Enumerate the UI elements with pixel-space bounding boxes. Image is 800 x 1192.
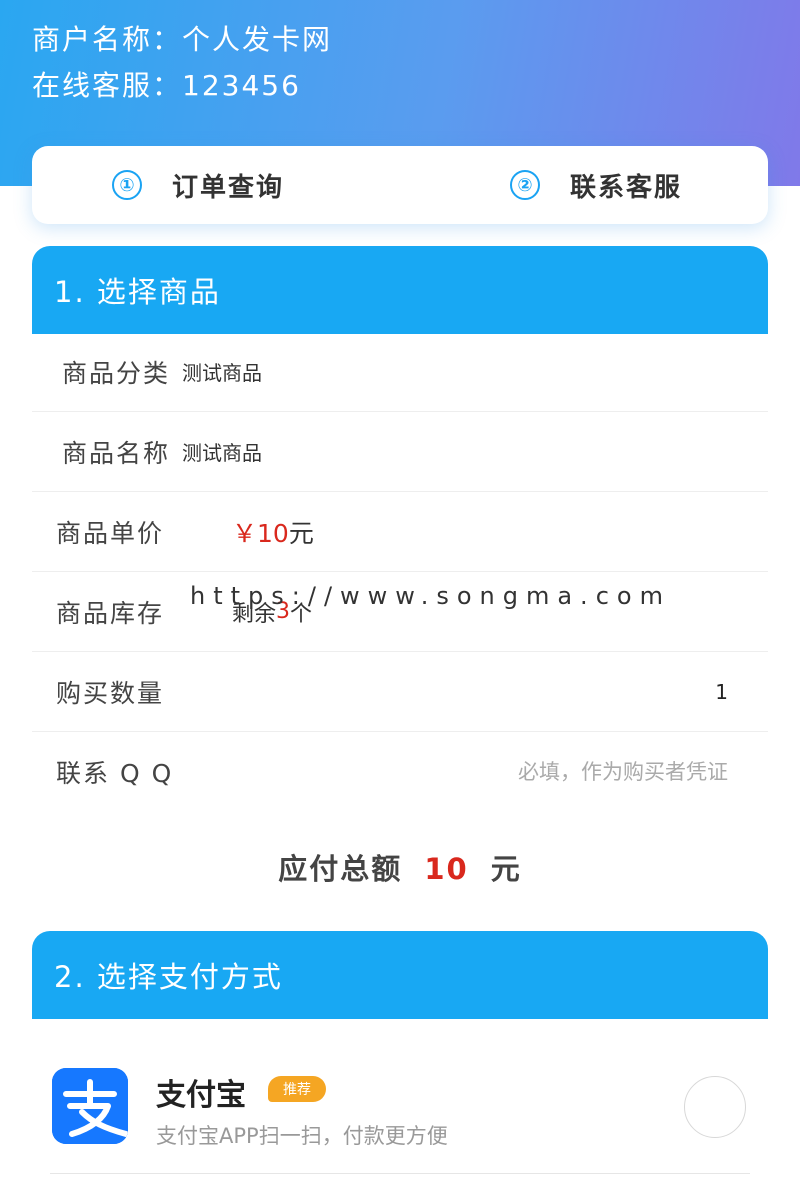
section-select-product: 1. 选择商品 — [32, 246, 768, 334]
unit-price-label: 商品单价 — [56, 518, 165, 548]
alipay-radio[interactable] — [684, 1076, 746, 1138]
unit-price-row: 商品单价 ￥10 元 — [32, 492, 768, 572]
total-value: 10 — [424, 852, 469, 886]
circled-two-icon: ② — [510, 170, 540, 200]
total-label: 应付总额 — [278, 852, 403, 886]
watermark-text: https://www.songma.com — [190, 582, 671, 610]
product-category-label: 商品分类 — [62, 358, 171, 388]
recommend-badge: 推荐 — [268, 1076, 326, 1102]
product-name-label: 商品名称 — [62, 438, 171, 468]
order-query-label: 订单查询 — [172, 172, 285, 203]
qq-input[interactable] — [408, 752, 728, 792]
unit-price-value: ￥10 — [232, 518, 289, 548]
nav-card: ① 订单查询 ② 联系客服 — [32, 146, 768, 224]
qq-row: 联系 Q Q — [32, 732, 768, 812]
total-unit: 元 — [490, 852, 522, 886]
quantity-row: 购买数量 — [32, 652, 768, 732]
contact-service-label: 联系客服 — [570, 172, 683, 203]
product-category-row[interactable]: 商品分类 测试商品 — [32, 332, 768, 412]
product-name-row[interactable]: 商品名称 测试商品 — [32, 412, 768, 492]
order-query-button[interactable]: ① 订单查询 — [112, 146, 284, 224]
alipay-name: 支付宝 — [156, 1078, 246, 1113]
unit-price-unit: 元 — [288, 518, 314, 548]
quantity-label: 购买数量 — [56, 678, 165, 708]
section-payment-method: 2. 选择支付方式 — [32, 931, 768, 1019]
circled-one-icon: ① — [112, 170, 142, 200]
customer-service: 在线客服：123456 — [32, 69, 301, 102]
alipay-icon — [52, 1068, 128, 1144]
alipay-option[interactable]: 支付宝 推荐 支付宝APP扫一扫，付款更方便 — [50, 1058, 750, 1174]
product-name-value: 测试商品 — [182, 441, 263, 465]
merchant-name: 商户名称：个人发卡网 — [32, 23, 333, 56]
quantity-input[interactable] — [528, 672, 728, 712]
total-amount: 应付总额 10 元 — [0, 846, 800, 888]
contact-service-button[interactable]: ② 联系客服 — [510, 146, 682, 224]
alipay-description: 支付宝APP扫一扫，付款更方便 — [156, 1124, 448, 1148]
product-category-value: 测试商品 — [182, 361, 263, 385]
qq-label: 联系 Q Q — [56, 759, 174, 788]
